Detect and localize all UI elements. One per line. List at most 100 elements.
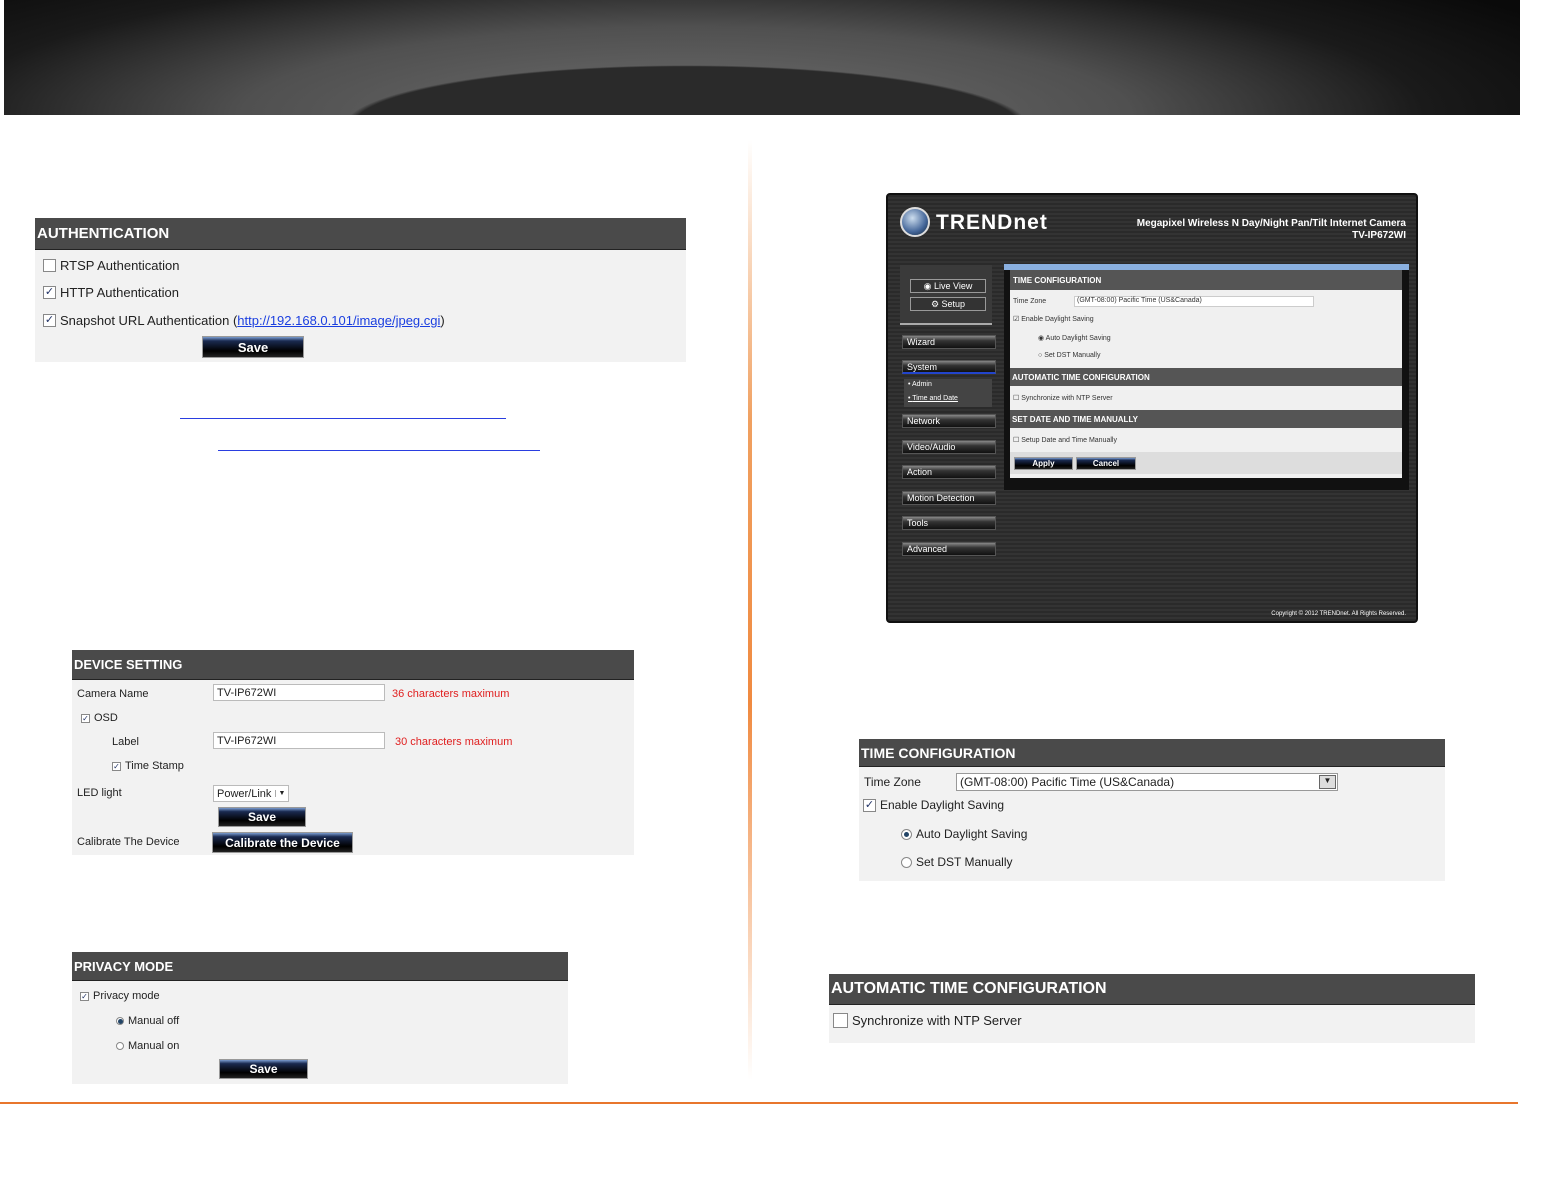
admin-label: Admin [912, 381, 932, 388]
camera-web-ui-screenshot: TRENDnet Megapixel Wireless N Day/Night … [886, 193, 1418, 623]
automatic-time-configuration-panel: AUTOMATIC TIME CONFIGURATION Synchronize… [829, 974, 1475, 1043]
panel-title: AUTHENTICATION [35, 218, 686, 250]
panel-title: DEVICE SETTING [72, 650, 634, 680]
time-configuration-panel: TIME CONFIGURATION Time Zone (GMT-08:00)… [859, 739, 1445, 881]
enable-dst-label: Enable Daylight Saving [1021, 316, 1094, 323]
section-title: AUTOMATIC TIME CONFIGURATION [1010, 368, 1402, 386]
ntp-label: Synchronize with NTP Server [852, 1013, 1022, 1028]
manual-on-label: Manual on [128, 1040, 180, 1052]
rtsp-label: RTSP Authentication [60, 258, 180, 273]
apply-button[interactable]: Apply [1014, 457, 1073, 470]
copyright: Copyright © 2012 TRENDnet. All Rights Re… [1271, 611, 1406, 617]
rtsp-checkbox[interactable] [43, 259, 56, 272]
nav-motion-detection[interactable]: Motion Detection [902, 491, 996, 505]
cancel-button[interactable]: Cancel [1076, 457, 1136, 470]
nav-tools[interactable]: Tools [902, 516, 996, 530]
timestamp-checkbox[interactable]: ✓ [112, 761, 121, 771]
set-dst-option[interactable]: ○ Set DST Manually [1038, 352, 1100, 359]
label-label: Label [112, 736, 139, 748]
http-checkbox[interactable]: ✓ [43, 286, 56, 299]
setup-manual-label: Setup Date and Time Manually [1021, 437, 1117, 444]
label-input[interactable]: TV-IP672WI [213, 732, 385, 749]
header-banner [4, 0, 1520, 115]
enable-dst-label: Enable Daylight Saving [880, 798, 1005, 812]
product-name: Megapixel Wireless N Day/Night Pan/Tilt … [1136, 218, 1406, 229]
time-zone-select[interactable]: (GMT-08:00) Pacific Time (US&Canada) ▼ [956, 773, 1338, 791]
snapshot-paren: ) [440, 313, 445, 328]
auto-dst-option[interactable]: ◉ Auto Daylight Saving [1038, 334, 1111, 342]
set-dst-label: Set DST Manually [1044, 352, 1101, 359]
osd-checkbox[interactable]: ✓ [81, 713, 90, 723]
section-title: SET DATE AND TIME MANUALLY [1010, 410, 1402, 428]
calibrate-button[interactable]: Calibrate the Device [212, 832, 353, 853]
nav-network[interactable]: Network [902, 414, 996, 428]
save-button[interactable]: Save [202, 336, 304, 358]
column-divider [748, 140, 752, 1080]
camera-name-hint: 36 characters maximum [392, 688, 510, 700]
section-title: TIME CONFIGURATION [1010, 270, 1402, 290]
timestamp-label: Time Stamp [125, 760, 184, 772]
chevron-down-icon: ▼ [1319, 775, 1336, 789]
nav-system[interactable]: System [902, 360, 996, 374]
nav-advanced[interactable]: Advanced [902, 542, 996, 556]
manual-off-radio[interactable] [116, 1017, 124, 1025]
calibrate-label: Calibrate The Device [77, 836, 180, 848]
panel-title: TIME CONFIGURATION [859, 739, 1445, 767]
save-button[interactable]: Save [218, 807, 306, 827]
label-hint: 30 characters maximum [395, 736, 513, 748]
led-select[interactable]: Power/Link ▼ [213, 785, 289, 802]
time-zone-select[interactable]: (GMT-08:00) Pacific Time (US&Canada) [1074, 296, 1314, 307]
ntp-checkbox[interactable] [833, 1013, 848, 1028]
nav-action[interactable]: Action [902, 465, 996, 479]
setup-manual-option[interactable]: ☐ Setup Date and Time Manually [1013, 436, 1117, 444]
nav-sub-time-date[interactable]: • Time and Date [908, 395, 958, 402]
time-date-label: Time and Date [912, 395, 958, 402]
enable-dst-option[interactable]: ☑ Enable Daylight Saving [1013, 315, 1094, 323]
authentication-panel: AUTHENTICATION RTSP Authentication ✓ HTTP… [35, 218, 686, 362]
privacy-mode-panel: PRIVACY MODE ✓ Privacy mode Manual off Ma… [72, 952, 568, 1084]
nav-wizard[interactable]: Wizard [902, 335, 996, 349]
time-zone-label: Time Zone [864, 775, 921, 789]
http-label: HTTP Authentication [60, 285, 179, 300]
manual-off-label: Manual off [128, 1015, 180, 1027]
auto-dst-label: Auto Daylight Saving [916, 827, 1028, 841]
ntp-label: Synchronize with NTP Server [1021, 395, 1113, 402]
enable-dst-checkbox[interactable]: ✓ [863, 798, 876, 812]
device-setting-panel: DEVICE SETTING Camera Name TV-IP672WI 36… [72, 650, 634, 855]
link-underline[interactable] [218, 450, 540, 451]
set-dst-label: Set DST Manually [916, 855, 1013, 869]
eye-icon: ◉ [923, 280, 934, 291]
setup-button[interactable]: ⚙ Setup [910, 297, 986, 311]
time-zone-label: Time Zone [1013, 298, 1047, 305]
brand-logo: TRENDnet [936, 211, 1048, 234]
auto-dst-radio[interactable] [901, 828, 912, 840]
led-value: Power/Link [217, 787, 272, 800]
panel-title: PRIVACY MODE [72, 952, 568, 981]
ntp-option[interactable]: ☐ Synchronize with NTP Server [1013, 394, 1113, 402]
chevron-down-icon: ▼ [275, 790, 288, 797]
live-view-button[interactable]: ◉ Live View [910, 279, 986, 293]
set-dst-radio[interactable] [901, 856, 912, 868]
save-button[interactable]: Save [219, 1059, 308, 1079]
nav-video-audio[interactable]: Video/Audio [902, 440, 996, 454]
manual-on-radio[interactable] [116, 1042, 124, 1050]
panel-title: AUTOMATIC TIME CONFIGURATION [829, 974, 1475, 1005]
nav-sub-admin[interactable]: • Admin [908, 381, 932, 388]
snapshot-label: Snapshot URL Authentication ( [60, 313, 238, 328]
snapshot-url-link[interactable]: http://192.168.0.101/image/jpeg.cgi [237, 313, 440, 328]
camera-name-input[interactable]: TV-IP672WI [213, 684, 385, 701]
time-zone-value: (GMT-08:00) Pacific Time (US&Canada) [960, 775, 1175, 789]
time-zone-value: (GMT-08:00) Pacific Time (US&Canada) [1077, 297, 1202, 304]
footer-line [0, 1102, 1518, 1104]
model-name: TV-IP672WI [1352, 230, 1406, 241]
live-view-label: Live View [934, 281, 973, 291]
led-label: LED light [77, 787, 122, 799]
osd-label: OSD [94, 712, 118, 724]
auto-dst-label: Auto Daylight Saving [1045, 335, 1111, 342]
link-underline[interactable] [180, 418, 506, 419]
privacy-checkbox[interactable]: ✓ [80, 991, 89, 1001]
snapshot-checkbox[interactable]: ✓ [43, 314, 56, 327]
trendnet-logo-icon [900, 207, 930, 237]
camera-name-label: Camera Name [77, 688, 149, 700]
setup-label: Setup [941, 299, 966, 309]
